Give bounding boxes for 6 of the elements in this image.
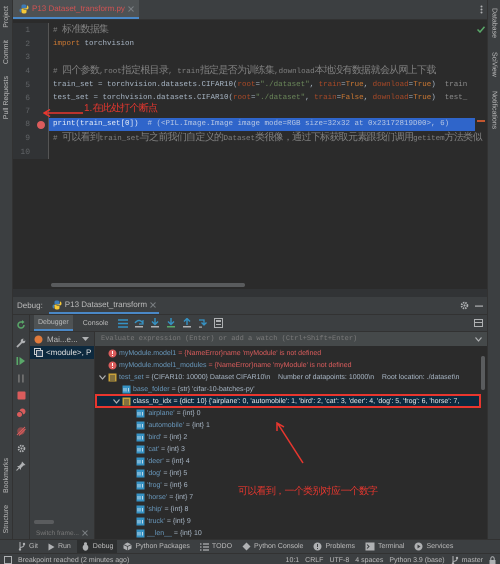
panel-title: Debug: bbox=[17, 301, 43, 310]
frame-item[interactable]: <module>, P bbox=[30, 346, 94, 359]
thread-dropdown[interactable]: Mai...e... bbox=[30, 332, 94, 346]
annotation-text: 可以看到，一个类别对应一个数字 bbox=[238, 484, 378, 498]
session-tab[interactable]: P13 Dataset_transform bbox=[48, 297, 160, 314]
annotation-text: 1.在此处打个断点 bbox=[84, 102, 158, 115]
